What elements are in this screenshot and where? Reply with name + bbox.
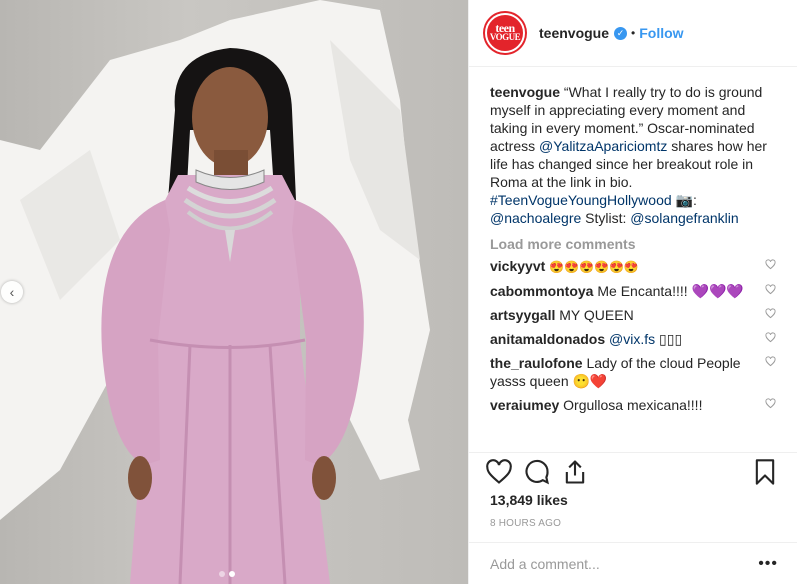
caption-mention-link[interactable]: @solangefranklin xyxy=(630,210,738,226)
comment-username[interactable]: the_raulofone xyxy=(490,355,583,371)
comment-text: 😍😍😍😍😍😍 xyxy=(549,260,639,274)
caption-text: 📷: xyxy=(671,192,697,208)
comment-username[interactable]: veraiumey xyxy=(490,397,559,413)
like-comment-heart-icon[interactable] xyxy=(765,284,776,295)
post-sidebar: teen VOGUE teenvogue ✓ • Follow teenvogu… xyxy=(468,0,797,584)
verified-check-icon: ✓ xyxy=(614,26,628,40)
post-header: teen VOGUE teenvogue ✓ • Follow xyxy=(469,0,797,67)
comment-text: Orgullosa mexicana!!!! xyxy=(563,397,703,413)
comment-text: Me Encanta!!!! 💜💜💜 xyxy=(597,283,744,299)
comment-username[interactable]: vickyyvt xyxy=(490,258,545,274)
comment-username[interactable]: artsyygall xyxy=(490,307,555,323)
avatar[interactable]: teen VOGUE xyxy=(485,13,525,53)
comments-list[interactable]: teenvogue “What I really try to do is gr… xyxy=(469,68,797,452)
comment-item: veraiumey Orgullosa mexicana!!!! xyxy=(490,396,782,414)
follow-button[interactable]: Follow xyxy=(639,25,683,41)
caption-username[interactable]: teenvogue xyxy=(490,84,560,100)
comment-item: cabommontoya Me Encanta!!!! 💜💜💜 xyxy=(490,282,782,300)
like-comment-heart-icon[interactable] xyxy=(765,259,776,270)
carousel-indicator xyxy=(219,571,235,577)
carousel-dot xyxy=(219,571,225,577)
carousel-prev-button[interactable]: ‹ xyxy=(1,281,23,303)
post-actions: 13,849 likes 8 HOURS AGO xyxy=(469,452,797,542)
add-comment-bar: ••• xyxy=(469,542,797,584)
comment-item: artsyygall MY QUEEN xyxy=(490,306,782,324)
comment-username[interactable]: anitamaldonados xyxy=(490,331,605,347)
like-comment-heart-icon[interactable] xyxy=(765,332,776,343)
post-timestamp[interactable]: 8 HOURS AGO xyxy=(490,518,561,529)
photo-illustration xyxy=(0,0,430,584)
comment-username[interactable]: cabommontoya xyxy=(490,283,593,299)
comment-text: ▯▯▯ xyxy=(659,331,683,347)
like-heart-icon[interactable] xyxy=(485,458,513,486)
comment-text: MY QUEEN xyxy=(559,307,634,323)
load-more-comments-button[interactable]: Load more comments xyxy=(490,236,782,252)
like-comment-heart-icon[interactable] xyxy=(765,356,776,367)
like-comment-heart-icon[interactable] xyxy=(765,398,776,409)
save-bookmark-icon[interactable] xyxy=(751,458,779,486)
comment-item: vickyyvt 😍😍😍😍😍😍 xyxy=(490,257,782,276)
caption-hashtag-link[interactable]: #TeenVogueYoungHollywood xyxy=(490,192,672,208)
account-username[interactable]: teenvogue xyxy=(539,25,609,41)
comment-bubble-icon[interactable] xyxy=(523,458,551,486)
comment-item: the_raulofone Lady of the cloud People y… xyxy=(490,354,782,390)
post-photo[interactable]: ‹ xyxy=(0,0,468,584)
add-comment-input[interactable] xyxy=(490,555,750,572)
share-icon[interactable] xyxy=(561,458,589,486)
like-comment-heart-icon[interactable] xyxy=(765,308,776,319)
chevron-left-icon: ‹ xyxy=(9,284,15,300)
comment-mention-link[interactable]: @vix.fs xyxy=(609,331,655,347)
carousel-dot-active xyxy=(229,571,235,577)
comment-item: anitamaldonados @vix.fs ▯▯▯ xyxy=(490,330,782,348)
caption-mention-link[interactable]: @YalitzaApariciomtz xyxy=(539,138,667,154)
more-options-icon[interactable]: ••• xyxy=(758,555,778,573)
caption-text: Stylist: xyxy=(581,210,631,226)
separator-bullet: • xyxy=(631,26,636,40)
post-caption: teenvogue “What I really try to do is gr… xyxy=(490,83,782,227)
avatar-text-line2: VOGUE xyxy=(489,32,521,42)
likes-count[interactable]: 13,849 likes xyxy=(490,492,568,508)
action-icons xyxy=(485,458,781,488)
caption-mention-link[interactable]: @nachoalegre xyxy=(490,210,581,226)
